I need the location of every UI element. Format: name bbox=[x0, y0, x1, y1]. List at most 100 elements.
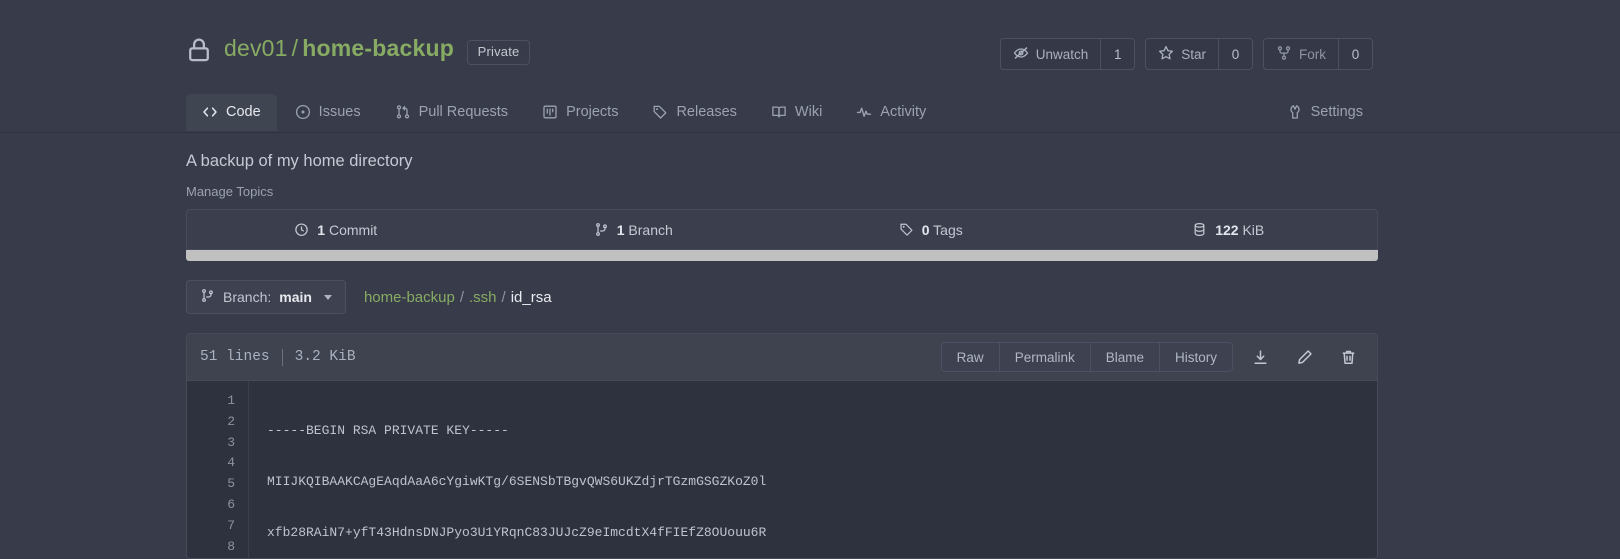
trash-delete-icon[interactable] bbox=[1331, 342, 1365, 372]
tab-settings[interactable]: Settings bbox=[1271, 94, 1379, 131]
tab-activity[interactable]: Activity bbox=[840, 94, 942, 131]
repo-nav-tabs: Code Issues Pull Requests Projects Relea… bbox=[186, 94, 942, 131]
book-icon bbox=[771, 104, 787, 120]
pulse-icon bbox=[856, 104, 872, 120]
unwatch-button[interactable]: Unwatch bbox=[999, 38, 1102, 70]
repo-name-link[interactable]: home-backup bbox=[302, 35, 454, 61]
file-code-area: 1 2 3 4 5 6 7 8 -----BEGIN RSA PRIVATE K… bbox=[187, 381, 1377, 558]
wrench-icon bbox=[1287, 104, 1303, 120]
line-number[interactable]: 2 bbox=[187, 412, 248, 433]
breadcrumb-current-file: id_rsa bbox=[510, 288, 552, 306]
history-button[interactable]: History bbox=[1159, 342, 1233, 372]
breadcrumb-sep-1: / bbox=[459, 288, 464, 306]
fork-button[interactable]: Fork bbox=[1263, 38, 1339, 70]
branch-selector-current: main bbox=[279, 289, 312, 305]
git-branch-icon bbox=[200, 288, 215, 306]
project-board-icon bbox=[542, 104, 558, 120]
fork-button-group: Fork 0 bbox=[1263, 38, 1373, 70]
breadcrumb-sep-2: / bbox=[501, 288, 506, 306]
line-number[interactable]: 6 bbox=[187, 495, 248, 516]
file-meta-divider bbox=[281, 348, 283, 366]
database-icon bbox=[1192, 222, 1207, 237]
repo-header-actions: Unwatch 1 Star 0 Fork 0 bbox=[990, 38, 1373, 70]
stat-tags-count: 0 bbox=[921, 221, 930, 238]
branch-selector-button[interactable]: Branch: main bbox=[186, 280, 346, 314]
tag-icon bbox=[899, 222, 914, 237]
download-icon[interactable] bbox=[1243, 342, 1277, 372]
file-actions: Raw Permalink Blame History bbox=[940, 342, 1365, 372]
line-number[interactable]: 3 bbox=[187, 433, 248, 454]
tab-projects[interactable]: Projects bbox=[526, 94, 634, 131]
file-lines-count: 51 lines bbox=[200, 349, 270, 365]
line-number[interactable]: 1 bbox=[187, 391, 248, 412]
fork-label: Fork bbox=[1299, 46, 1326, 62]
tab-wiki[interactable]: Wiki bbox=[755, 94, 838, 131]
stat-tags-label: Tags bbox=[933, 221, 963, 238]
stat-branches[interactable]: 1 Branch bbox=[485, 210, 783, 249]
repository-page: dev01/home-backup Private Unwatch 1 Star… bbox=[0, 0, 1620, 559]
repo-title-row: dev01/home-backup Private bbox=[186, 34, 531, 65]
repo-header: dev01/home-backup Private Unwatch 1 Star… bbox=[0, 0, 1620, 133]
breadcrumb-root-link[interactable]: home-backup bbox=[364, 289, 455, 306]
file-view-header: 51 lines 3.2 KiB Raw Permalink Blame His… bbox=[187, 334, 1377, 381]
blame-button[interactable]: Blame bbox=[1090, 342, 1160, 372]
line-number-gutter: 1 2 3 4 5 6 7 8 bbox=[187, 381, 249, 558]
stat-size-count: 122 bbox=[1215, 221, 1239, 238]
breadcrumb: home-backup / .ssh / id_rsa bbox=[364, 289, 552, 306]
star-button-group: Star 0 bbox=[1145, 38, 1253, 70]
watch-count[interactable]: 1 bbox=[1101, 38, 1136, 70]
file-size: 3.2 KiB bbox=[294, 349, 356, 365]
tag-icon bbox=[652, 104, 668, 120]
tab-releases-label: Releases bbox=[676, 104, 737, 120]
tab-pull-requests[interactable]: Pull Requests bbox=[379, 94, 524, 131]
stat-branches-count: 1 bbox=[616, 221, 625, 238]
stat-size: 122 KiB bbox=[1080, 210, 1378, 249]
repo-description: A backup of my home directory bbox=[186, 152, 413, 170]
clock-history-icon bbox=[294, 222, 309, 237]
fork-icon bbox=[1276, 45, 1292, 64]
permalink-button[interactable]: Permalink bbox=[999, 342, 1091, 372]
watch-button-group: Unwatch 1 bbox=[999, 38, 1136, 70]
code-line: xfb28RAiN7+yfT43HdnsDNJPyo3U1YRqnC83JUJc… bbox=[267, 524, 767, 540]
stat-commits[interactable]: 1 Commit bbox=[187, 210, 485, 249]
issue-circle-icon bbox=[295, 104, 311, 120]
tab-activity-label: Activity bbox=[880, 104, 927, 120]
code-icon bbox=[202, 104, 218, 120]
line-number[interactable]: 4 bbox=[187, 453, 248, 474]
repo-path-separator: / bbox=[291, 35, 299, 61]
raw-button[interactable]: Raw bbox=[940, 342, 1000, 372]
stat-commits-label: Commit bbox=[328, 221, 378, 238]
breadcrumb-folder-link[interactable]: .ssh bbox=[469, 289, 497, 306]
tab-issues[interactable]: Issues bbox=[279, 94, 377, 131]
repo-owner-link[interactable]: dev01 bbox=[224, 35, 288, 61]
tab-code[interactable]: Code bbox=[186, 94, 277, 131]
tab-settings-label: Settings bbox=[1310, 104, 1363, 120]
file-meta: 51 lines 3.2 KiB bbox=[200, 348, 356, 366]
star-button[interactable]: Star bbox=[1145, 38, 1219, 70]
file-view-box: 51 lines 3.2 KiB Raw Permalink Blame His… bbox=[186, 333, 1378, 559]
manage-topics-link[interactable]: Manage Topics bbox=[186, 184, 273, 199]
repo-stats-bar: 1 Commit 1 Branch 0 Tags 122 KiB bbox=[186, 209, 1378, 250]
tab-wiki-label: Wiki bbox=[794, 104, 823, 120]
language-bar bbox=[186, 250, 1378, 261]
visibility-badge: Private bbox=[466, 40, 531, 65]
file-content[interactable]: -----BEGIN RSA PRIVATE KEY----- MIIJKQIB… bbox=[249, 381, 1377, 558]
git-pull-request-icon bbox=[395, 104, 411, 120]
line-number[interactable]: 5 bbox=[187, 474, 248, 495]
code-line: MIIJKQIBAAKCAgEAqdAaA6cYgiwKTg/6SENSbTBg… bbox=[267, 473, 767, 489]
pencil-edit-icon[interactable] bbox=[1287, 342, 1321, 372]
unwatch-label: Unwatch bbox=[1035, 46, 1089, 62]
star-count[interactable]: 0 bbox=[1219, 38, 1253, 70]
lock-icon bbox=[186, 36, 212, 64]
eye-slash-icon bbox=[1013, 45, 1029, 64]
line-number[interactable]: 8 bbox=[187, 537, 248, 558]
branch-breadcrumb-row: Branch: main home-backup / .ssh / id_rsa bbox=[186, 280, 552, 314]
repo-path: dev01/home-backup Private bbox=[224, 34, 531, 65]
tab-issues-label: Issues bbox=[318, 104, 361, 120]
line-number[interactable]: 7 bbox=[187, 516, 248, 537]
fork-count[interactable]: 0 bbox=[1339, 38, 1373, 70]
tab-pull-requests-label: Pull Requests bbox=[418, 104, 509, 120]
tab-releases[interactable]: Releases bbox=[636, 94, 752, 131]
stat-tags[interactable]: 0 Tags bbox=[782, 210, 1080, 249]
code-line: -----BEGIN RSA PRIVATE KEY----- bbox=[267, 423, 509, 438]
